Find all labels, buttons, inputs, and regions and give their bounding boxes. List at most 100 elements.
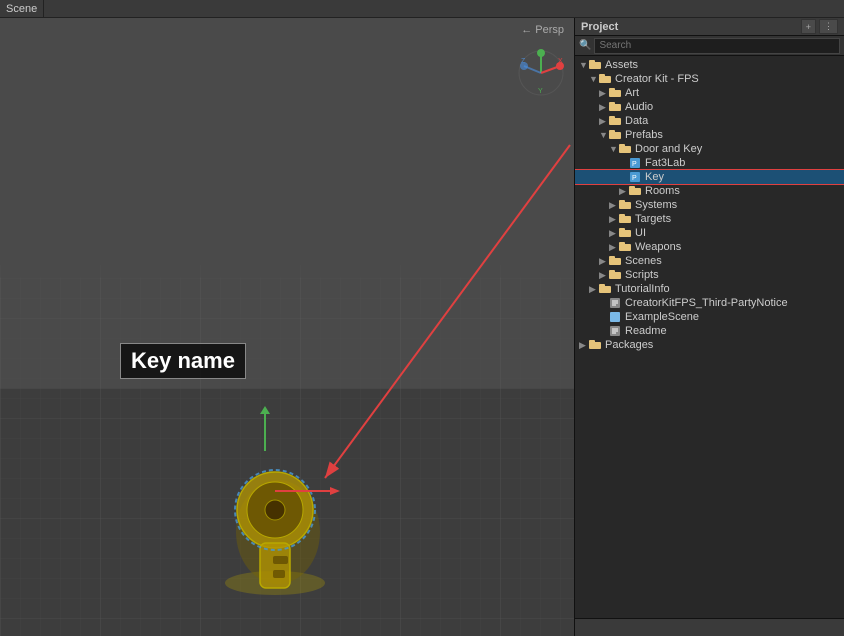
tree-item-label: Door and Key — [635, 143, 702, 155]
tree-item-scenes[interactable]: ▶ Scenes — [575, 254, 844, 268]
panel-header: Project + ⋮ — [575, 18, 844, 36]
tree-arrow: ▼ — [599, 130, 609, 140]
tree-item-prefabs[interactable]: ▼Prefabs — [575, 128, 844, 142]
project-panel: Project + ⋮ 🔍 ▼Assets▼Creator Kit - FPS▶… — [574, 18, 844, 636]
tree-item-creator-notice[interactable]: CreatorKitFPS_Third-PartyNotice — [575, 296, 844, 310]
tree-arrow: ▶ — [619, 186, 629, 197]
scene-tab-label: Scene — [6, 3, 37, 15]
viewport[interactable]: ← Persp Y X Z — [0, 18, 574, 636]
tree-item-fat3lab[interactable]: P Fat3Lab — [575, 156, 844, 170]
tree-item-icon-folder — [609, 255, 623, 267]
tree-item-key[interactable]: P Key — [575, 170, 844, 184]
tree-item-icon-txt — [609, 297, 623, 309]
tree-arrow: ▶ — [609, 200, 619, 211]
orientation-gizmo[interactable]: Y X Z — [516, 48, 566, 98]
tree-item-icon-folder — [619, 199, 633, 211]
scene-tab[interactable]: Scene — [0, 0, 44, 17]
tree-arrow: ▼ — [579, 60, 589, 70]
tree-item-label: Weapons — [635, 241, 681, 253]
tree-item-icon-scene — [609, 311, 623, 323]
transform-y-handle — [255, 406, 275, 456]
tree-arrow: ▶ — [589, 284, 599, 295]
svg-text:P: P — [632, 175, 637, 182]
tree-item-example-scene[interactable]: ExampleScene — [575, 310, 844, 324]
search-input[interactable] — [594, 38, 840, 54]
persp-label: ← Persp — [521, 24, 564, 36]
tree-item-label: CreatorKitFPS_Third-PartyNotice — [625, 297, 788, 309]
tree-arrow: ▶ — [599, 270, 609, 281]
bottom-panel — [575, 618, 844, 636]
tree-item-label: Data — [625, 115, 648, 127]
tree-arrow: ▼ — [589, 74, 599, 84]
tree-item-label: Readme — [625, 325, 667, 337]
tree-item-icon-folder — [619, 143, 633, 155]
tree-arrow: ▶ — [599, 88, 609, 99]
svg-text:Y: Y — [538, 88, 543, 95]
panel-title: Project — [581, 21, 618, 33]
tree-arrow: ▶ — [609, 214, 619, 225]
tree-item-rooms[interactable]: ▶ Rooms — [575, 184, 844, 198]
search-icon: 🔍 — [579, 40, 591, 51]
orientation-gizmo-svg: Y X Z — [516, 48, 566, 98]
tree-item-icon-folder — [609, 87, 623, 99]
tree-item-weapons[interactable]: ▶ Weapons — [575, 240, 844, 254]
tree-item-label: Assets — [605, 59, 638, 71]
tree-item-label: ExampleScene — [625, 311, 699, 323]
tree-item-label: Art — [625, 87, 639, 99]
tree-item-icon-folder — [629, 185, 643, 197]
tree-item-icon-folder — [599, 283, 613, 295]
tree-item-ui[interactable]: ▶UI — [575, 226, 844, 240]
svg-text:Z: Z — [521, 58, 526, 65]
tree-item-creator-kit[interactable]: ▼ Creator Kit - FPS — [575, 72, 844, 86]
tree-item-label: Rooms — [645, 185, 680, 197]
tree-item-targets[interactable]: ▶ Targets — [575, 212, 844, 226]
tree-item-data[interactable]: ▶ Data — [575, 114, 844, 128]
tree-item-scripts[interactable]: ▶ Scripts — [575, 268, 844, 282]
main-layout: Shaded ▾ 2D Gizmos ▾ All ▾ — [0, 18, 844, 636]
tree-item-label: Key — [645, 171, 664, 183]
tree-item-icon-folder — [609, 115, 623, 127]
tree-item-label: Packages — [605, 339, 653, 351]
tree-item-readme[interactable]: Readme — [575, 324, 844, 338]
tree-item-label: Targets — [635, 213, 671, 225]
panel-add-button[interactable]: + — [801, 19, 816, 34]
key-object — [215, 438, 335, 601]
tree-item-icon-txt — [609, 325, 623, 337]
tree-item-art[interactable]: ▶ Art — [575, 86, 844, 100]
tree-item-label: Fat3Lab — [645, 157, 685, 169]
tree-item-audio[interactable]: ▶Audio — [575, 100, 844, 114]
panel-menu-button[interactable]: ⋮ — [819, 19, 838, 34]
tree-arrow: ▶ — [599, 116, 609, 127]
tree-arrow: ▶ — [609, 242, 619, 253]
tree-item-label: Creator Kit - FPS — [615, 73, 699, 85]
tree-item-systems[interactable]: ▶ Systems — [575, 198, 844, 212]
tree-item-icon-folder — [589, 339, 603, 351]
key-name-label: Key name — [120, 343, 246, 379]
tree-item-door-key[interactable]: ▼ Door and Key — [575, 142, 844, 156]
top-bar: Scene — [0, 0, 844, 18]
tree-item-label: Audio — [625, 101, 653, 113]
tree-arrow: ▶ — [599, 256, 609, 267]
tree-item-icon-folder — [619, 227, 633, 239]
tree-item-icon-folder — [589, 59, 603, 71]
tree-item-tutorial-info[interactable]: ▶ TutorialInfo — [575, 282, 844, 296]
tree-item-label: Scenes — [625, 255, 662, 267]
tree-item-label: Systems — [635, 199, 677, 211]
svg-text:X: X — [558, 58, 563, 65]
tree-item-icon-folder — [599, 73, 613, 85]
tree-item-packages[interactable]: ▶Packages — [575, 338, 844, 352]
tree-item-icon-prefab: P — [629, 171, 643, 183]
tree-item-icon-folder — [609, 101, 623, 113]
tree-arrow: ▼ — [609, 144, 619, 154]
tree-item-label: Scripts — [625, 269, 659, 281]
tree-item-icon-folder — [609, 129, 623, 141]
key-svg — [215, 438, 335, 598]
tree-item-icon-prefab: P — [629, 157, 643, 169]
svg-text:P: P — [632, 161, 637, 168]
tree-item-label: TutorialInfo — [615, 283, 670, 295]
tree-item-icon-folder — [609, 269, 623, 281]
panel-controls: + ⋮ — [801, 19, 838, 34]
scene-view: Shaded ▾ 2D Gizmos ▾ All ▾ — [0, 18, 574, 636]
tree-item-assets[interactable]: ▼ Assets — [575, 58, 844, 72]
search-bar: 🔍 — [575, 36, 844, 56]
